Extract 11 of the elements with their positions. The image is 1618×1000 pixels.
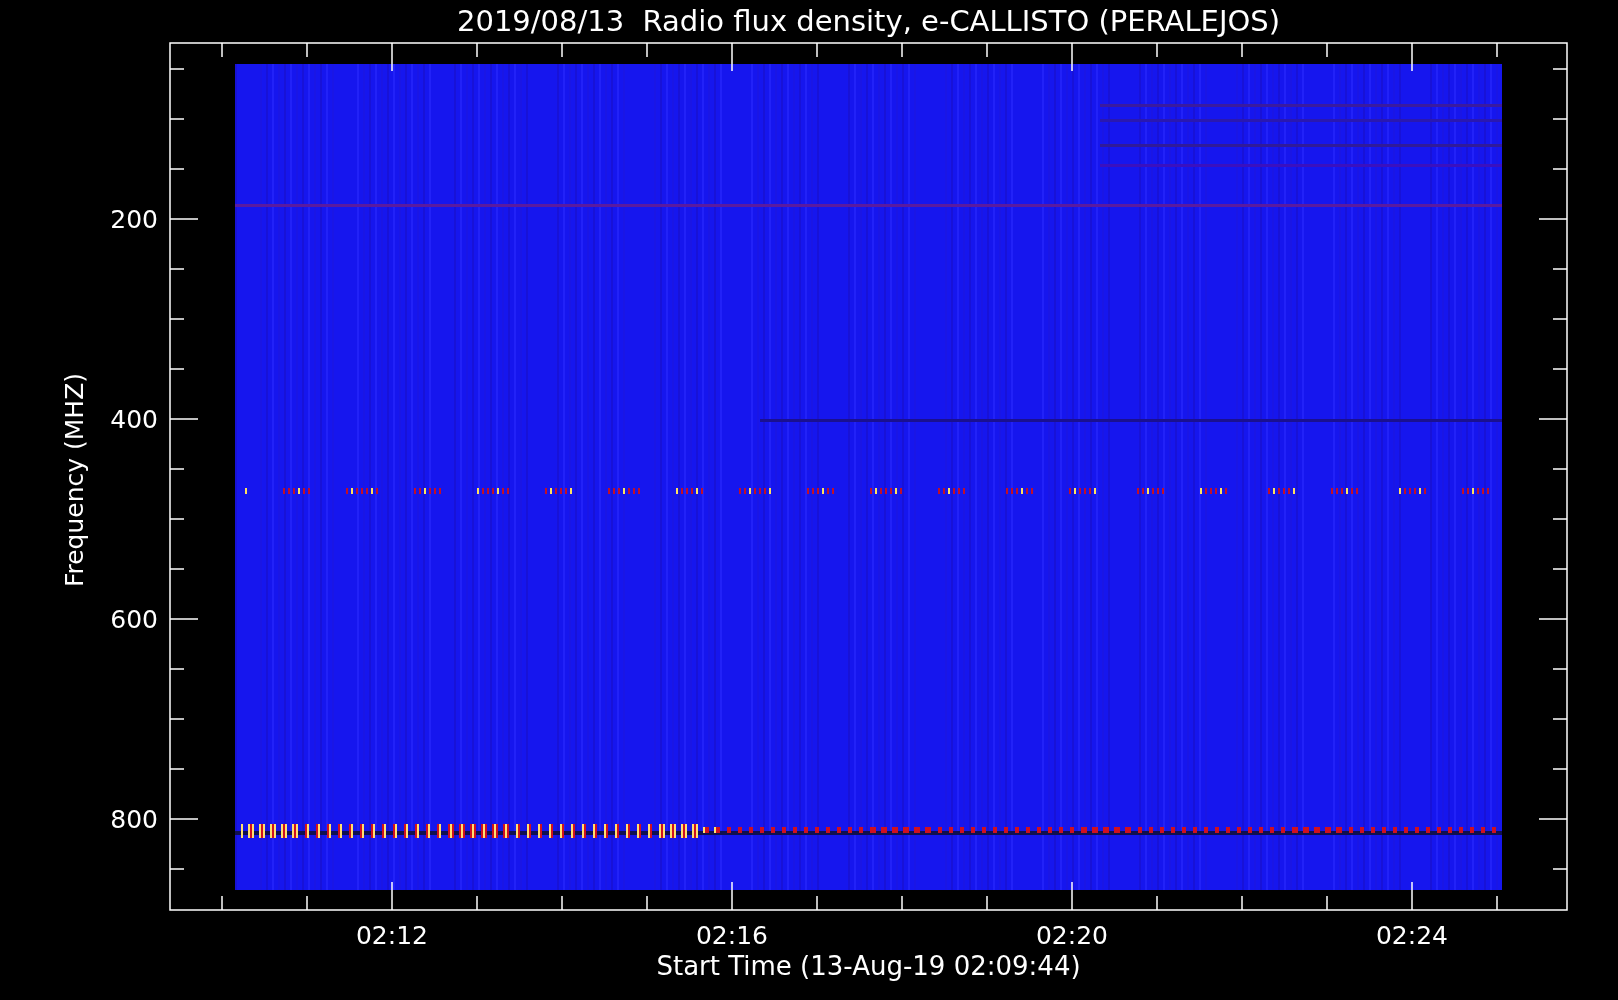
axis-label: Start Time (13-Aug-19 02:09:44) xyxy=(656,951,1081,981)
tick-label: 200 xyxy=(110,205,158,234)
plot-title: 2019/08/13 Radio flux density, e-CALLISTO (PERALEJOS) xyxy=(457,4,1280,38)
tick-label: 02:24 xyxy=(1376,921,1448,950)
tick-label: 02:16 xyxy=(696,921,768,950)
tick-label: 400 xyxy=(110,405,158,434)
axis-label: Frequency (MHZ) xyxy=(60,372,89,588)
tick-label: 02:12 xyxy=(356,921,428,950)
tick-label: 600 xyxy=(110,605,158,634)
tick-label: 02:20 xyxy=(1036,921,1108,950)
tick-label: 800 xyxy=(110,805,158,834)
